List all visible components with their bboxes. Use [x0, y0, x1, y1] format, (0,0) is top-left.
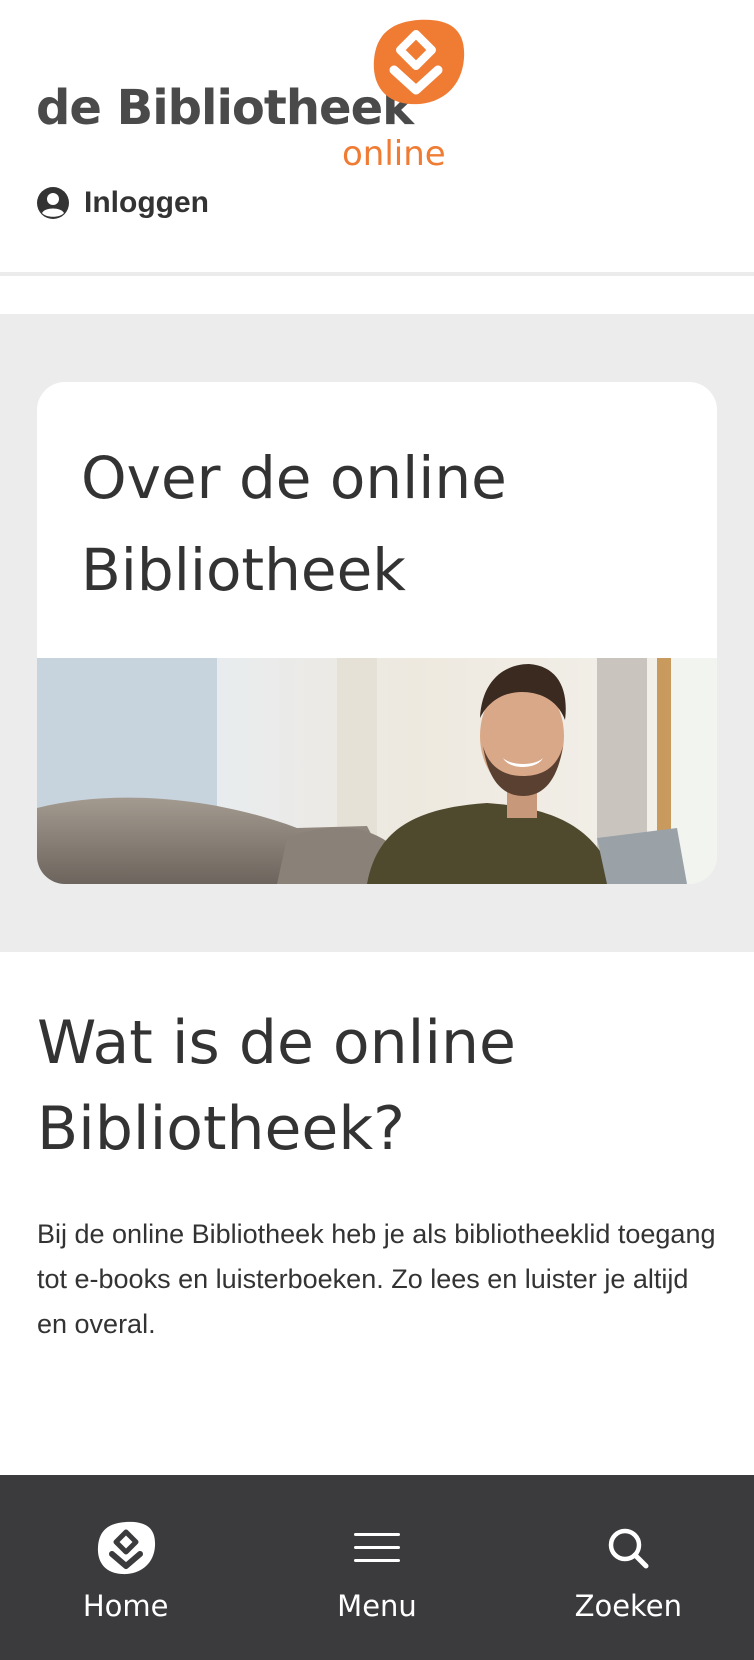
bottom-navigation: Home Menu Zoeken — [0, 1475, 754, 1660]
nav-search[interactable]: Zoeken — [518, 1475, 738, 1660]
hamburger-menu-icon — [346, 1517, 408, 1579]
nav-menu-label: Menu — [337, 1589, 417, 1623]
logo-subtitle: online — [342, 134, 446, 174]
bibliotheek-logo[interactable]: de Bibliotheek online — [36, 18, 466, 176]
intro-heading: Wat is de online Bibliotheek? — [37, 1008, 516, 1164]
search-icon — [597, 1517, 659, 1579]
nav-search-label: Zoeken — [574, 1589, 683, 1623]
logo-mark-icon — [373, 19, 465, 105]
nav-home-label: Home — [82, 1589, 169, 1623]
site-header: de Bibliotheek online Inloggen — [0, 0, 754, 276]
login-button[interactable]: Inloggen — [36, 186, 209, 220]
login-label: Inloggen — [84, 186, 209, 219]
nav-home[interactable]: Home — [16, 1475, 236, 1660]
header-divider — [0, 272, 754, 276]
page-title: Over de online Bibliotheek — [81, 444, 507, 604]
user-circle-icon — [37, 187, 69, 219]
hero-card: Over de online Bibliotheek — [37, 382, 717, 884]
logo-wordmark: de Bibliotheek — [36, 80, 414, 136]
bibliotheek-home-icon — [95, 1517, 157, 1579]
intro-paragraph: Bij de online Bibliotheek heb je als bib… — [37, 1219, 716, 1339]
hero-section: Over de online Bibliotheek — [0, 314, 754, 952]
hero-photo — [37, 658, 717, 884]
intro-section: Wat is de online Bibliotheek? Bij de onl… — [37, 1000, 717, 1347]
nav-menu[interactable]: Menu — [267, 1475, 487, 1660]
